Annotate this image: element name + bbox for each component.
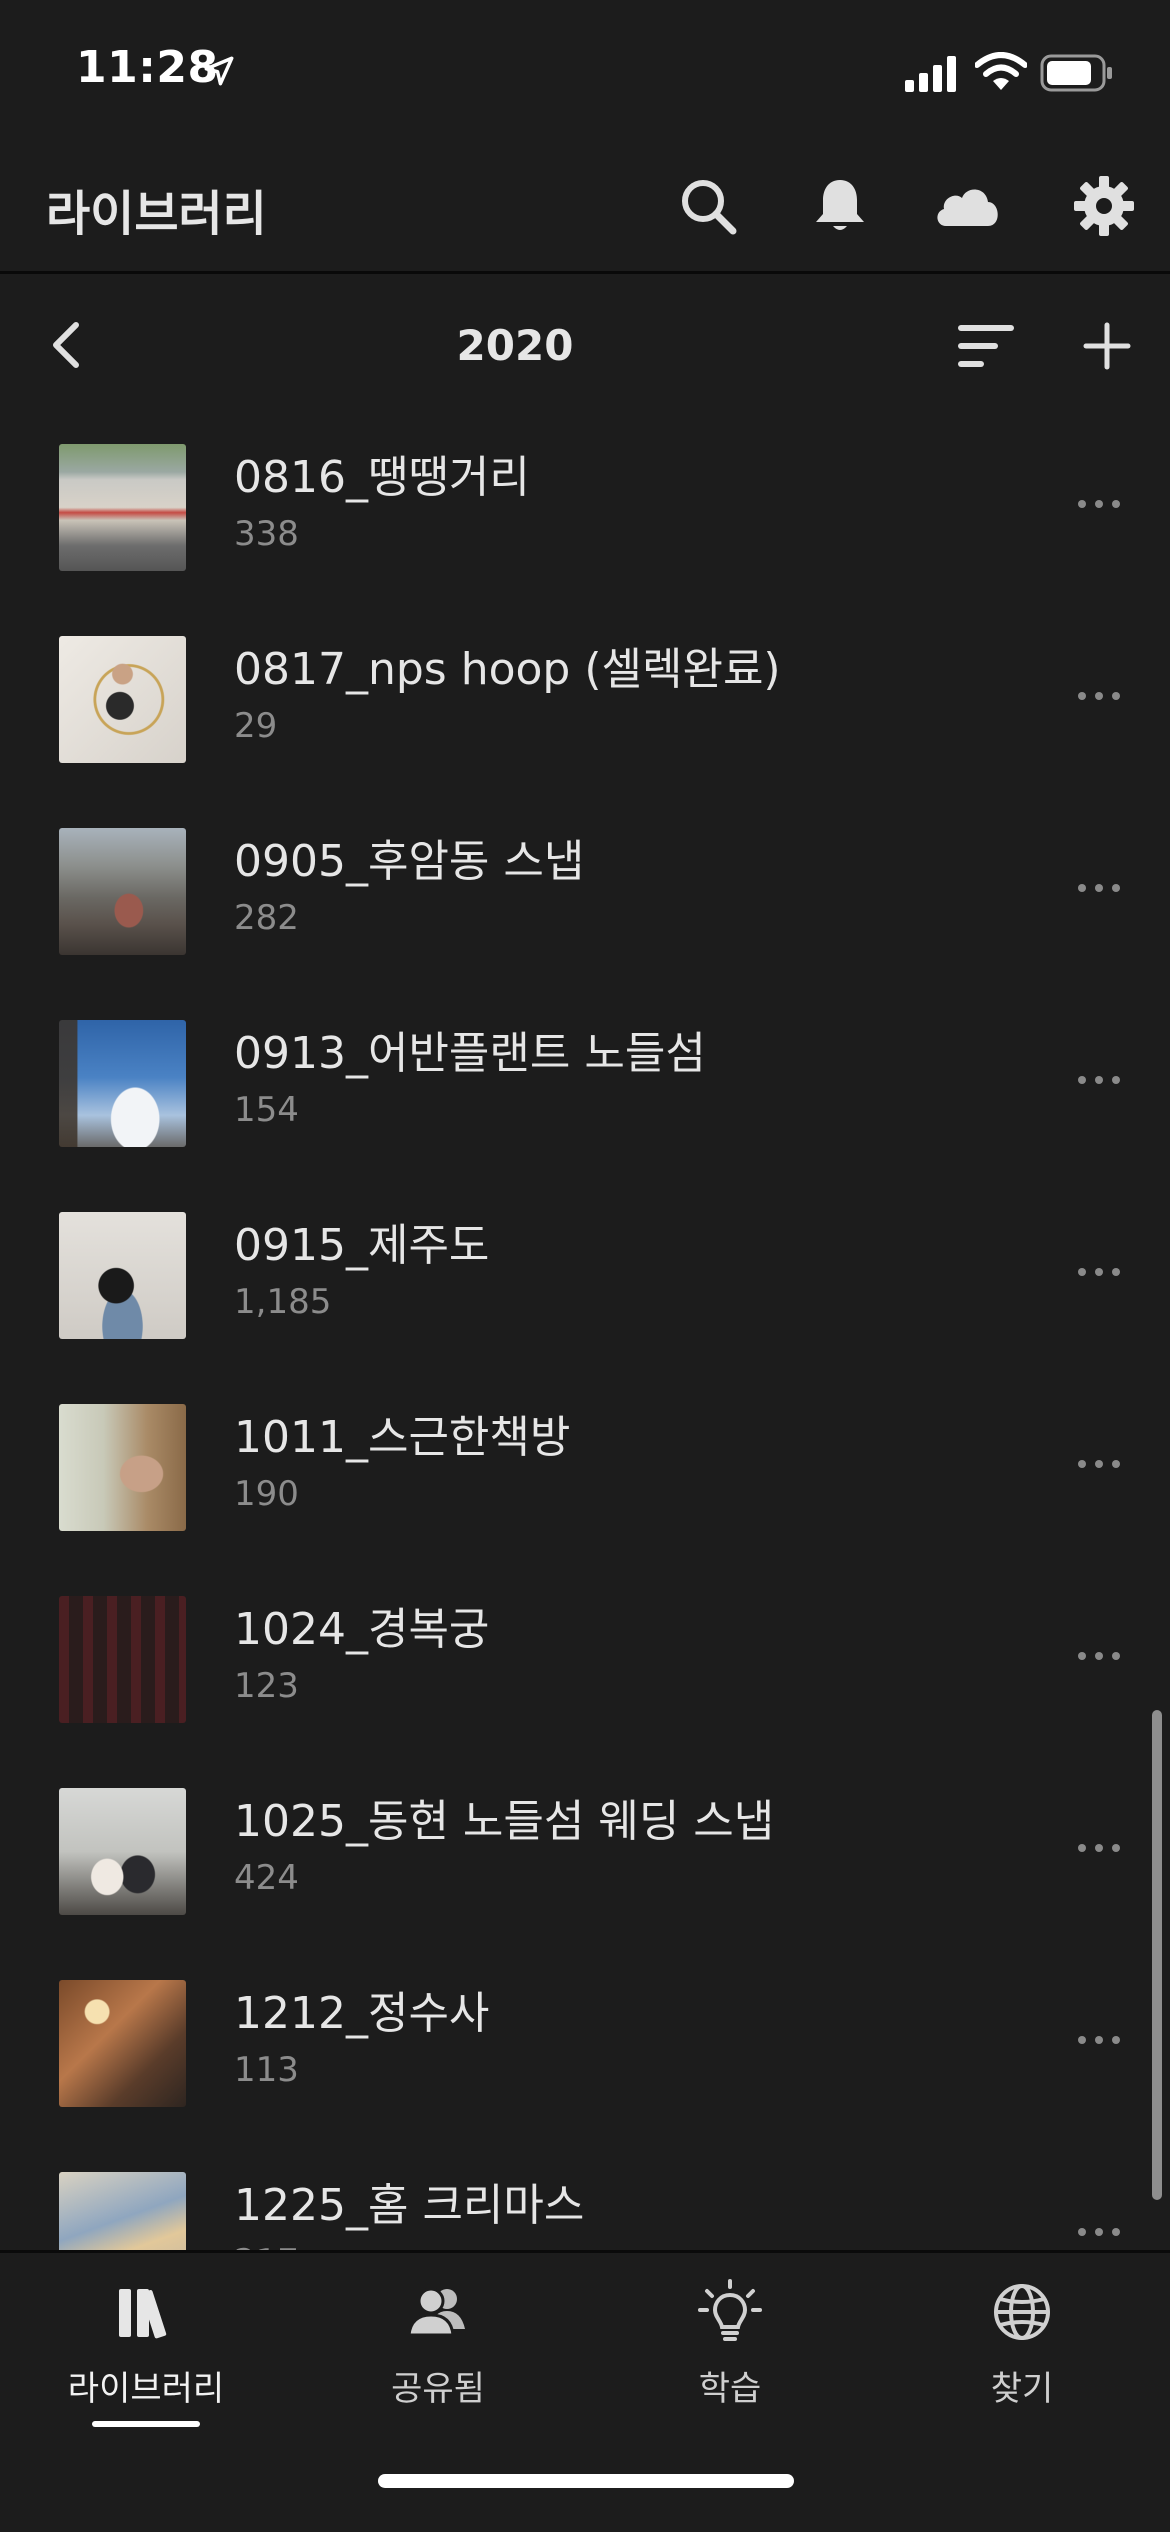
wifi-icon bbox=[975, 52, 1027, 90]
status-bar: 11:28 bbox=[0, 0, 1170, 140]
album-name: 0817_nps hoop (셀렉완료) bbox=[234, 644, 781, 695]
album-list[interactable]: 0816_땡땡거리 338 0817_nps hoop (셀렉완료) 29 09… bbox=[0, 415, 1170, 2250]
album-thumbnail bbox=[59, 828, 186, 955]
album-thumbnail bbox=[59, 444, 186, 571]
album-item[interactable]: 0915_제주도 1,185 bbox=[0, 1195, 1170, 1387]
bell-icon[interactable] bbox=[808, 174, 872, 238]
album-item[interactable]: 0816_땡땡거리 338 bbox=[0, 427, 1170, 619]
album-thumbnail bbox=[59, 1788, 186, 1915]
album-count: 282 bbox=[234, 898, 299, 938]
people-icon bbox=[407, 2287, 465, 2337]
more-options-icon[interactable] bbox=[1076, 1454, 1122, 1474]
album-name: 1024_경복궁 bbox=[234, 1604, 490, 1655]
album-thumbnail bbox=[59, 1020, 186, 1147]
home-indicator[interactable] bbox=[378, 2474, 794, 2488]
tab-label: 학습 bbox=[698, 2369, 762, 2409]
battery-icon bbox=[1040, 54, 1112, 92]
active-tab-indicator bbox=[92, 2421, 200, 2427]
sort-icon[interactable] bbox=[958, 321, 1016, 371]
album-count: 424 bbox=[234, 1858, 299, 1898]
album-name: 1212_정수사 bbox=[234, 1988, 490, 2039]
more-options-icon[interactable] bbox=[1076, 494, 1122, 514]
album-item[interactable]: 1024_경복궁 123 bbox=[0, 1579, 1170, 1771]
plus-icon[interactable] bbox=[1082, 321, 1132, 371]
status-time: 11:28 bbox=[76, 42, 219, 93]
album-thumbnail bbox=[59, 1980, 186, 2107]
more-options-icon[interactable] bbox=[1076, 1646, 1122, 1666]
album-thumbnail bbox=[59, 636, 186, 763]
page-title: 라이브러리 bbox=[46, 186, 267, 242]
more-options-icon[interactable] bbox=[1076, 2030, 1122, 2050]
album-name: 0913_어반플랜트 노들섬 bbox=[234, 1028, 706, 1079]
album-item[interactable]: 0905_후암동 스냅 282 bbox=[0, 811, 1170, 1003]
album-count: 154 bbox=[234, 1090, 299, 1130]
album-count: 123 bbox=[234, 1666, 299, 1706]
tab-label: 공유됨 bbox=[391, 2369, 485, 2409]
album-count: 338 bbox=[234, 514, 299, 554]
album-count: 29 bbox=[234, 706, 278, 746]
lightbulb-icon bbox=[698, 2279, 762, 2341]
album-item[interactable]: 1011_스근한책방 190 bbox=[0, 1387, 1170, 1579]
album-thumbnail bbox=[59, 2172, 186, 2250]
cloud-icon[interactable] bbox=[932, 174, 1004, 238]
tab-library[interactable]: 라이브러리 bbox=[0, 2253, 292, 2453]
more-options-icon[interactable] bbox=[1076, 1262, 1122, 1282]
tab-discover[interactable]: 찾기 bbox=[876, 2253, 1168, 2453]
album-count: 1,185 bbox=[234, 1282, 332, 1322]
tab-bar: 라이브러리 공유됨 학습 찾기 bbox=[0, 2250, 1170, 2532]
album-folder-bar: 2020 bbox=[0, 277, 1170, 417]
album-item[interactable]: 1225_홈 크리마스 217 bbox=[0, 2155, 1170, 2250]
tab-shared[interactable]: 공유됨 bbox=[292, 2253, 584, 2453]
album-count: 190 bbox=[234, 1474, 299, 1514]
album-name: 1011_스근한책방 bbox=[234, 1412, 571, 1463]
more-options-icon[interactable] bbox=[1076, 686, 1122, 706]
tab-learn[interactable]: 학습 bbox=[584, 2253, 876, 2453]
album-item[interactable]: 0913_어반플랜트 노들섬 154 bbox=[0, 1003, 1170, 1195]
album-name: 1225_홈 크리마스 bbox=[234, 2180, 585, 2231]
more-options-icon[interactable] bbox=[1076, 2222, 1122, 2242]
album-thumbnail bbox=[59, 1212, 186, 1339]
album-name: 0905_후암동 스냅 bbox=[234, 836, 585, 887]
tab-label: 찾기 bbox=[990, 2369, 1054, 2409]
tab-label: 라이브러리 bbox=[67, 2369, 225, 2409]
folder-title: 2020 bbox=[456, 321, 574, 370]
album-thumbnail bbox=[59, 1404, 186, 1531]
album-thumbnail bbox=[59, 1596, 186, 1723]
album-item[interactable]: 0817_nps hoop (셀렉완료) 29 bbox=[0, 619, 1170, 811]
album-count: 113 bbox=[234, 2050, 299, 2090]
album-count: 217 bbox=[234, 2242, 299, 2250]
signal-icon bbox=[905, 56, 956, 92]
scrollbar[interactable] bbox=[1152, 1710, 1162, 2200]
library-icon bbox=[119, 2289, 167, 2339]
globe-icon bbox=[994, 2284, 1050, 2340]
album-name: 1025_동현 노들섬 웨딩 스냅 bbox=[234, 1796, 775, 1847]
album-item[interactable]: 1025_동현 노들섬 웨딩 스냅 424 bbox=[0, 1771, 1170, 1963]
album-name: 0816_땡땡거리 bbox=[234, 452, 530, 503]
location-arrow-icon bbox=[204, 56, 234, 86]
album-name: 0915_제주도 bbox=[234, 1220, 490, 1271]
more-options-icon[interactable] bbox=[1076, 878, 1122, 898]
search-icon[interactable] bbox=[676, 174, 740, 238]
gear-icon[interactable] bbox=[1072, 174, 1136, 238]
album-item[interactable]: 1212_정수사 113 bbox=[0, 1963, 1170, 2155]
more-options-icon[interactable] bbox=[1076, 1070, 1122, 1090]
more-options-icon[interactable] bbox=[1076, 1838, 1122, 1858]
app-header: 라이브러리 bbox=[0, 140, 1170, 274]
